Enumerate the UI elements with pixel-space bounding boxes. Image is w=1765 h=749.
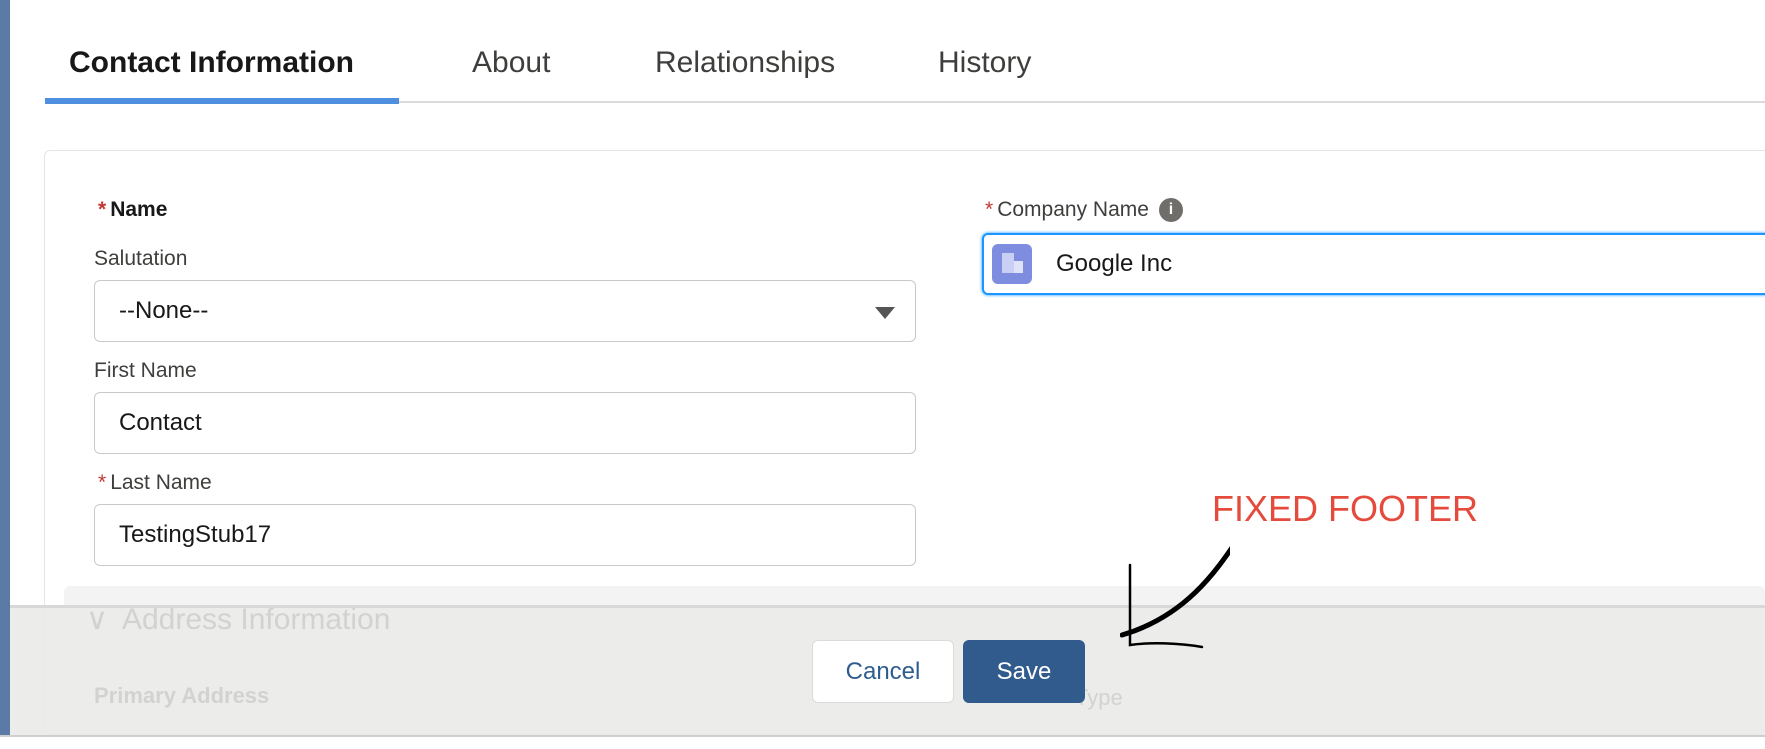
tab-bar: Contact Information About Relationships … xyxy=(45,0,1765,104)
company-name-lookup[interactable]: Google Inc xyxy=(982,233,1765,295)
bottom-edge xyxy=(0,735,1765,749)
tab-history[interactable]: History xyxy=(938,46,1031,80)
annotation-arrow-icon xyxy=(1120,546,1230,649)
name-label: * Name xyxy=(98,198,168,221)
tab-contact-information[interactable]: Contact Information xyxy=(69,46,354,80)
company-name-label: * Company Name i xyxy=(985,198,1183,223)
first-name-label: First Name xyxy=(94,359,197,382)
annotation-text: FIXED FOOTER xyxy=(1212,488,1479,529)
dropdown-caret-icon xyxy=(875,307,895,319)
save-button[interactable]: Save xyxy=(963,640,1085,703)
active-tab-indicator xyxy=(45,98,399,104)
app-side-strip xyxy=(0,0,10,735)
last-name-label: * Last Name xyxy=(98,471,212,494)
salutation-select[interactable]: --None-- xyxy=(94,280,916,342)
cancel-button[interactable]: Cancel xyxy=(812,640,954,703)
tab-about[interactable]: About xyxy=(472,46,550,80)
first-name-input[interactable]: Contact xyxy=(94,392,916,454)
info-icon[interactable]: i xyxy=(1158,198,1183,223)
tab-relationships[interactable]: Relationships xyxy=(655,46,835,80)
account-icon xyxy=(992,244,1032,284)
chevron-down-icon: ∨ xyxy=(86,603,108,636)
salutation-label: Salutation xyxy=(94,247,188,270)
primary-address-label: Primary Address xyxy=(94,683,270,708)
address-section-title: ∨ Address Information xyxy=(86,603,391,636)
last-name-input[interactable]: TestingStub17 xyxy=(94,504,916,566)
